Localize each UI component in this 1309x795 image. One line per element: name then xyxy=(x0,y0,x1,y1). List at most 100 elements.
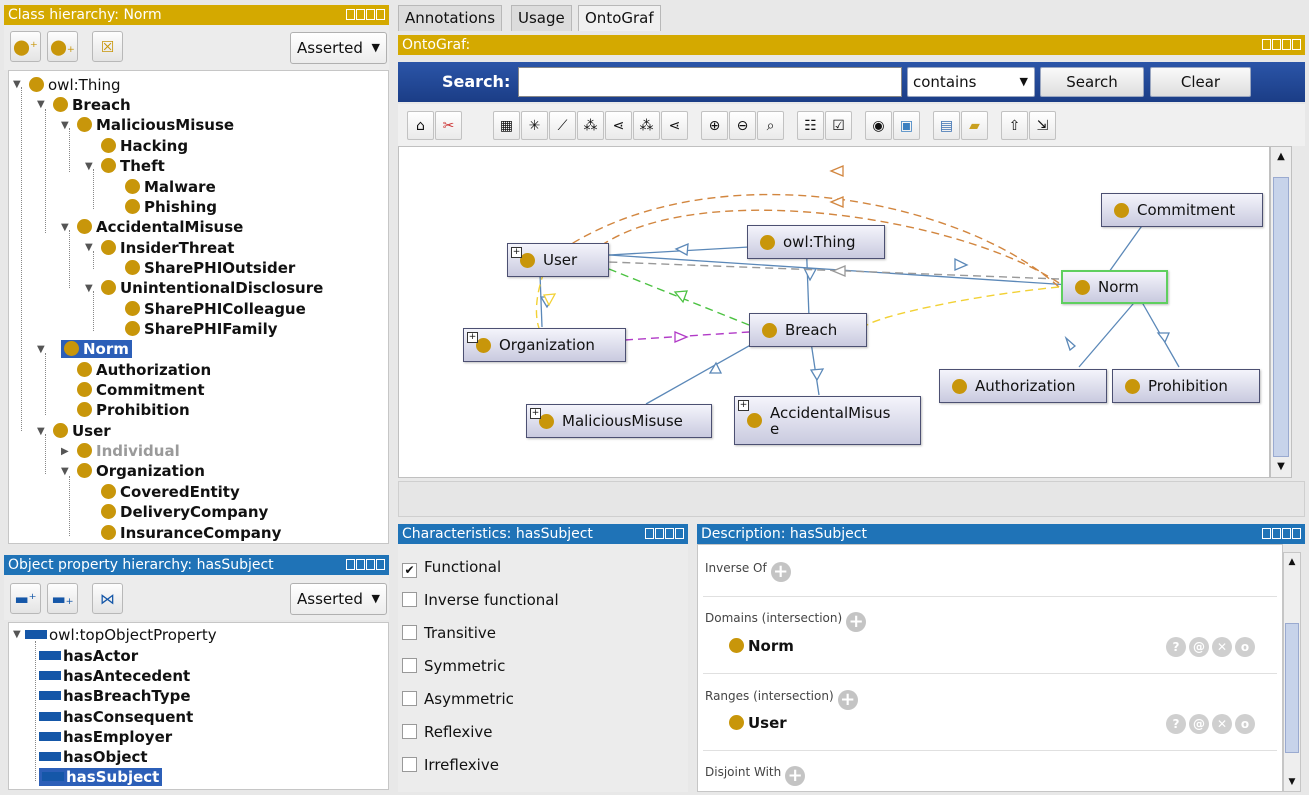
tree-node-breach[interactable]: Breach xyxy=(53,95,131,115)
export-image-icon[interactable]: ▣ xyxy=(893,111,920,140)
tree-layout-2-icon[interactable]: ⁂ xyxy=(633,111,660,140)
object-property-tree[interactable]: ▼ owl:topObjectProperty hasActor hasAnte… xyxy=(8,622,389,790)
match-mode-select[interactable]: contains ▼ xyxy=(907,67,1035,97)
tab-usage[interactable]: Usage xyxy=(511,5,572,31)
graph-node-prohibition[interactable]: Prohibition xyxy=(1112,369,1260,403)
add-subclass-button[interactable]: ⬤⁺ xyxy=(10,31,41,62)
radial-layout-icon[interactable]: ✳ xyxy=(521,111,548,140)
scissors-icon[interactable]: ✂ xyxy=(435,111,462,140)
tree-node-norm[interactable]: Norm xyxy=(61,339,132,359)
scroll-up-arrow[interactable]: ▲ xyxy=(1271,147,1291,167)
add-domain-button[interactable]: + xyxy=(846,612,867,632)
graph-node-authorization[interactable]: Authorization xyxy=(939,369,1107,403)
save-icon[interactable]: ▤ xyxy=(933,111,960,140)
delete-icon[interactable]: ✕ xyxy=(1212,714,1232,734)
panel-window-controls[interactable] xyxy=(1262,528,1301,539)
tree-layout-icon[interactable]: ⁂ xyxy=(577,111,604,140)
explain-icon[interactable]: ? xyxy=(1166,637,1186,657)
graph-vertical-scrollbar[interactable]: ▲ ▼ xyxy=(1270,146,1292,478)
tree-node-hasemployer[interactable]: hasEmployer xyxy=(39,727,172,747)
filter-arcs-icon[interactable]: ☑ xyxy=(825,111,852,140)
edit-icon[interactable]: o xyxy=(1235,714,1255,734)
add-inverse-of-button[interactable]: + xyxy=(770,562,791,582)
tree-node-coveredentity[interactable]: CoveredEntity xyxy=(101,482,240,502)
add-disjoint-button[interactable]: + xyxy=(785,766,806,786)
tree-node-accidentalmisuse[interactable]: AccidentalMisuse xyxy=(77,217,243,237)
panel-window-controls[interactable] xyxy=(346,9,385,20)
tree-node-hasconsequent[interactable]: hasConsequent xyxy=(39,707,193,727)
tab-ontograf[interactable]: OntoGraf xyxy=(578,5,661,31)
camera-icon[interactable]: ◉ xyxy=(865,111,892,140)
tree-node-owl-thing[interactable]: owl:Thing xyxy=(29,75,121,95)
scroll-up-arrow[interactable]: ▲ xyxy=(1284,553,1300,571)
zoom-in-icon[interactable]: ⊕ xyxy=(701,111,728,140)
tree-node-hasbreachtype[interactable]: hasBreachType xyxy=(39,686,191,706)
range-user[interactable]: User xyxy=(729,713,787,733)
add-sibling-property-button[interactable]: ▬₊ xyxy=(47,583,78,614)
description-vertical-scrollbar[interactable]: ▲ ▼ xyxy=(1283,552,1301,792)
zoom-reset-icon[interactable]: ⌕ xyxy=(757,111,784,140)
add-range-button[interactable]: + xyxy=(837,690,858,710)
filter-nodes-icon[interactable]: ☷ xyxy=(797,111,824,140)
graph-node-maliciousmisuse[interactable]: + MaliciousMisuse xyxy=(526,404,712,438)
tree-node-maliciousmisuse[interactable]: MaliciousMisuse xyxy=(77,115,234,135)
graph-node-commitment[interactable]: Commitment xyxy=(1101,193,1263,227)
expand-icon[interactable]: + xyxy=(511,247,522,258)
delete-icon[interactable]: ✕ xyxy=(1212,637,1232,657)
graph-node-organization[interactable]: + Organization xyxy=(463,328,626,362)
tree-node-hacking[interactable]: Hacking xyxy=(101,136,188,156)
panel-window-controls[interactable] xyxy=(346,559,385,570)
graph-node-owl-thing[interactable]: owl:Thing xyxy=(747,225,885,259)
graph-node-user[interactable]: + User xyxy=(507,243,609,277)
inverse-functional-checkbox[interactable]: Inverse functional xyxy=(402,590,559,610)
tree-node-hasobject[interactable]: hasObject xyxy=(39,747,148,767)
tree-node-hassubject[interactable]: hasSubject xyxy=(39,767,163,787)
transitive-checkbox[interactable]: Transitive xyxy=(402,623,496,643)
tree-node-phishing[interactable]: Phishing xyxy=(125,197,217,217)
expand-icon[interactable]: + xyxy=(467,332,478,343)
panel-window-controls[interactable] xyxy=(645,528,684,539)
graph-node-breach[interactable]: Breach xyxy=(749,313,867,347)
horizontal-tree-layout-2-icon[interactable]: ⋖ xyxy=(661,111,688,140)
tree-node-malware[interactable]: Malware xyxy=(125,177,216,197)
tree-node-individual[interactable]: Individual xyxy=(77,441,180,461)
functional-checkbox[interactable]: ✔ Functional xyxy=(402,557,501,578)
add-subproperty-button[interactable]: ▬⁺ xyxy=(10,583,41,614)
tree-node-organization[interactable]: Organization xyxy=(77,461,205,481)
open-icon[interactable]: ▰ xyxy=(961,111,988,140)
export-icon[interactable]: ⇧ xyxy=(1001,111,1028,140)
add-sibling-class-button[interactable]: ⬤₊ xyxy=(47,31,78,62)
asymmetric-checkbox[interactable]: Asymmetric xyxy=(402,689,514,709)
tree-node-hasantecedent[interactable]: hasAntecedent xyxy=(39,666,190,686)
tree-node-sharephifamily[interactable]: SharePHIFamily xyxy=(125,319,277,339)
home-icon[interactable]: ⌂ xyxy=(407,111,434,140)
tree-node-authorization[interactable]: Authorization xyxy=(77,360,211,380)
tree-node-user[interactable]: User xyxy=(53,421,111,441)
clear-button[interactable]: Clear xyxy=(1150,67,1251,97)
property-hierarchy-mode-select[interactable]: Asserted ▼ xyxy=(290,583,387,615)
tree-node-deliverycompany[interactable]: DeliveryCompany xyxy=(101,502,268,522)
tree-node-commitment[interactable]: Commitment xyxy=(77,380,205,400)
import-icon[interactable]: ⇲ xyxy=(1029,111,1056,140)
tree-node-theft[interactable]: Theft xyxy=(101,156,165,176)
annotate-icon[interactable]: @ xyxy=(1189,714,1209,734)
search-input[interactable] xyxy=(518,67,902,97)
zoom-out-icon[interactable]: ⊖ xyxy=(729,111,756,140)
graph-node-norm[interactable]: Norm xyxy=(1061,270,1168,304)
explain-icon[interactable]: ? xyxy=(1166,714,1186,734)
reflexive-checkbox[interactable]: Reflexive xyxy=(402,722,493,742)
panel-window-controls[interactable] xyxy=(1262,39,1301,50)
tree-node-sharephicolleague[interactable]: SharePHIColleague xyxy=(125,299,306,319)
tree-node-sharephioutsider[interactable]: SharePHIOutsider xyxy=(125,258,295,278)
class-tree[interactable]: ▼ ▼ ▼ ▼ ▼ ▼ ▼ ▼ ▼ ▶ ▼ owl:Thing Breach M… xyxy=(8,70,389,544)
scroll-down-arrow[interactable]: ▼ xyxy=(1271,457,1291,477)
symmetric-checkbox[interactable]: Symmetric xyxy=(402,656,505,676)
scroll-thumb[interactable] xyxy=(1273,177,1289,457)
domain-norm[interactable]: Norm xyxy=(729,636,794,656)
spring-layout-icon[interactable]: ⟋ xyxy=(549,111,576,140)
horizontal-tree-layout-icon[interactable]: ⋖ xyxy=(605,111,632,140)
tree-node-insurancecompany[interactable]: InsuranceCompany xyxy=(101,523,281,543)
expand-icon[interactable]: + xyxy=(530,408,541,419)
tab-annotations[interactable]: Annotations xyxy=(398,5,503,31)
grid-layout-icon[interactable]: ▦ xyxy=(493,111,520,140)
